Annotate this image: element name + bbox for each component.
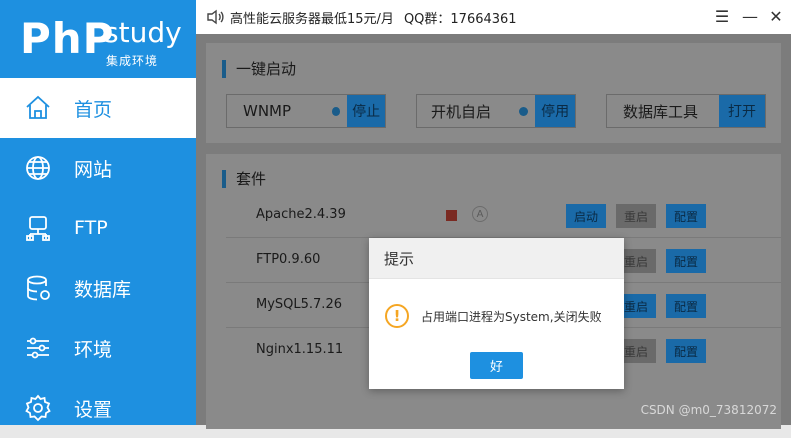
ftp-icon xyxy=(24,214,52,242)
ok-button[interactable]: 好 xyxy=(470,352,523,379)
autostart-label-text: 开机自启 xyxy=(431,102,492,121)
wnmp-label-text: WNMP xyxy=(243,102,292,120)
service-name: MySQL5.7.26 xyxy=(256,297,342,312)
sidebar-item-settings[interactable]: 设置 xyxy=(0,378,196,438)
sidebar-item-ftp[interactable]: FTP xyxy=(0,198,196,258)
warning-icon: ! xyxy=(385,304,409,328)
logo-study: study xyxy=(104,16,182,49)
sidebar-nav: 首页 网站 FTP 数据库 环境 设置 xyxy=(0,78,196,438)
menu-icon[interactable]: ☰ xyxy=(712,6,732,26)
sidebar-item-label: FTP xyxy=(74,217,108,239)
autostart-label: 开机自启 xyxy=(417,95,520,127)
home-icon xyxy=(24,94,52,122)
sidebar-item-label: 环境 xyxy=(74,338,113,361)
logo-subtitle: 集成环境 xyxy=(106,54,159,68)
db-tool-control: 数据库工具 打开 xyxy=(606,94,766,128)
autostart-control: 开机自启 停用 xyxy=(416,94,576,128)
speaker-icon xyxy=(207,9,224,25)
start-button[interactable]: 启动 xyxy=(566,204,606,228)
dialog-title: 提示 xyxy=(369,238,624,279)
wnmp-control: WNMP 停止 xyxy=(226,94,386,128)
db-tool-open-button[interactable]: 打开 xyxy=(719,95,765,127)
promo-notice[interactable]: 高性能云服务器最低15元/月 xyxy=(230,8,394,27)
config-button[interactable]: 配置 xyxy=(666,249,706,273)
service-name: Nginx1.15.11 xyxy=(256,342,344,357)
sidebar-item-label: 首页 xyxy=(74,98,113,121)
db-tool-label: 数据库工具 xyxy=(607,95,719,127)
minimize-icon[interactable]: — xyxy=(740,6,760,26)
auto-status-icon: A xyxy=(472,206,488,222)
sidebar-item-label: 网站 xyxy=(74,158,113,181)
sidebar-item-database[interactable]: 数据库 xyxy=(0,258,196,318)
config-button[interactable]: 配置 xyxy=(666,294,706,318)
dialog-message: 占用端口进程为System,关闭失败 xyxy=(421,309,602,324)
dialog-title-text: 提示 xyxy=(384,249,415,268)
qq-group: QQ群：17664361 xyxy=(403,11,517,27)
wnmp-stop-button[interactable]: 停止 xyxy=(347,95,385,127)
service-name: FTP0.9.60 xyxy=(256,252,321,267)
config-button[interactable]: 配置 xyxy=(666,339,706,363)
config-button[interactable]: 配置 xyxy=(666,204,706,228)
quickstart-panel: 一键启动 WNMP 停止 开机自启 停用 数据库工具 打开 xyxy=(206,43,781,143)
watermark: CSDN @m0_73812072 xyxy=(640,403,777,417)
database-icon xyxy=(24,274,52,302)
restart-button[interactable]: 重启 xyxy=(616,204,656,228)
stopped-status-icon xyxy=(446,210,457,221)
close-icon[interactable]: ✕ xyxy=(766,6,786,26)
table-row: Apache2.4.39 A 启动 重启 配置 xyxy=(226,193,781,238)
status-dot xyxy=(331,106,341,116)
logo-php: PhP xyxy=(20,14,115,63)
status-dot xyxy=(519,106,529,116)
globe-icon xyxy=(24,154,52,182)
top-bar: 高性能云服务器最低15元/月 QQ群：17664361 ☰ — ✕ xyxy=(196,0,791,34)
sidebar-item-label: 设置 xyxy=(74,398,113,421)
alert-dialog: 提示 ! 占用端口进程为System,关闭失败 好 xyxy=(369,238,624,389)
section-title: 套件 xyxy=(222,170,266,188)
sidebar-item-environment[interactable]: 环境 xyxy=(0,318,196,378)
section-title: 一键启动 xyxy=(222,60,296,78)
sidebar: PhP study 集成环境 首页 网站 FTP 数据库 环境 设置 xyxy=(0,0,196,425)
sliders-icon xyxy=(24,334,52,362)
wnmp-label: WNMP xyxy=(227,95,332,127)
autostart-disable-button[interactable]: 停用 xyxy=(535,95,575,127)
app-logo: PhP study 集成环境 xyxy=(0,0,196,75)
service-name: Apache2.4.39 xyxy=(256,207,346,222)
db-tool-label-text: 数据库工具 xyxy=(623,102,699,121)
gear-icon xyxy=(24,394,52,422)
sidebar-item-label: 数据库 xyxy=(74,278,132,301)
sidebar-item-home[interactable]: 首页 xyxy=(0,78,196,138)
dialog-body: ! 占用端口进程为System,关闭失败 xyxy=(385,304,602,328)
sidebar-item-website[interactable]: 网站 xyxy=(0,138,196,198)
